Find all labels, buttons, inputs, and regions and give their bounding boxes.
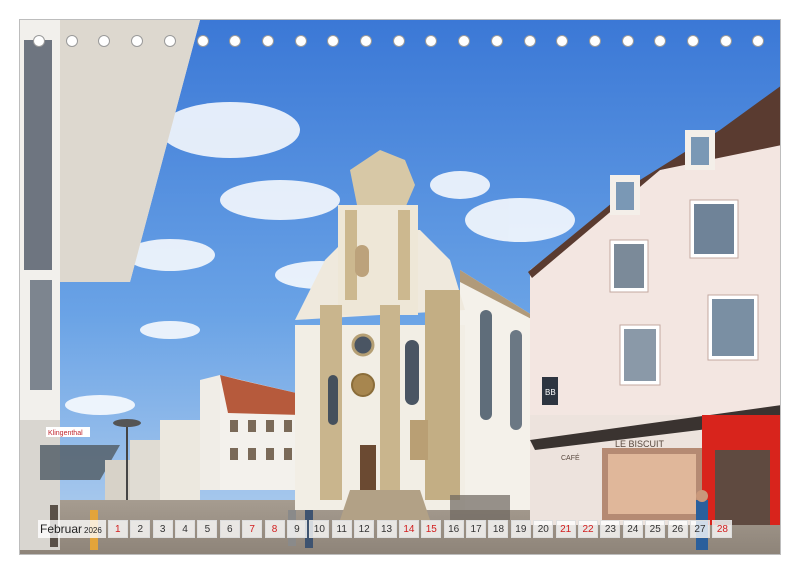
binding-hole (490, 35, 503, 47)
binding-hole (752, 35, 765, 47)
day-cells: 1 2 3 4 5 6 7 8 9 10 11 12 13 14 15 16 17 18 19 20 21 22 23 24 2… (107, 520, 735, 538)
shop-sign: LE BISCUIT (615, 439, 665, 449)
binding-hole (65, 35, 78, 47)
calendar-day: 13 (376, 520, 397, 538)
calendar-day: 23 (600, 520, 621, 538)
binding-hole (621, 35, 634, 47)
binding-hole (654, 35, 667, 47)
calendar-day: 20 (533, 520, 554, 538)
binding-hole (556, 35, 569, 47)
klingenthal-sign: Klingenthal (48, 430, 83, 437)
calendar-day: 28 (712, 520, 733, 538)
calendar-strip: Februar 2026 1 2 3 4 5 6 7 8 9 10 11 12 13 14 15 16 17 18… (38, 519, 735, 539)
month-year: 2026 (84, 526, 102, 535)
binding-hole (163, 35, 176, 47)
calendar-day: 26 (667, 520, 688, 538)
binding-hole (98, 35, 111, 47)
calendar-day: 14 (398, 520, 419, 538)
binding-hole (33, 35, 45, 47)
calendar-day: 5 (197, 520, 218, 538)
binding-hole (523, 35, 536, 47)
calendar-day: 15 (421, 520, 442, 538)
month-name: Februar (40, 522, 83, 536)
calendar-day: 27 (689, 520, 710, 538)
calendar-day: 11 (331, 520, 352, 538)
hanging-sign: BB (545, 388, 556, 397)
binding-hole (261, 35, 274, 47)
calendar-day: 8 (264, 520, 285, 538)
calendar-day: 6 (219, 520, 240, 538)
binding-hole (360, 35, 372, 47)
calendar-day: 10 (309, 520, 330, 538)
calendar-day: 22 (578, 520, 599, 538)
calendar-page: Klingenthal LE BISCUIT CAFÉ BB Februar 2… (0, 0, 800, 575)
calendar-day: 18 (488, 520, 509, 538)
shop-sign-small: CAFÉ (561, 453, 580, 462)
calendar-day: 21 (555, 520, 576, 538)
calendar-day: 3 (152, 520, 173, 538)
calendar-day: 19 (510, 520, 531, 538)
calendar-day: 1 (107, 520, 128, 538)
calendar-day: 25 (645, 520, 666, 538)
binding-hole (392, 35, 405, 47)
binding-hole (425, 35, 438, 47)
calendar-day: 17 (466, 520, 487, 538)
binding-hole (229, 35, 242, 47)
calendar-day: 2 (130, 520, 151, 538)
calendar-day: 7 (242, 520, 263, 538)
binding-hole (588, 35, 601, 47)
binding-hole (327, 35, 340, 47)
binding-hole (458, 35, 471, 47)
binding-hole (719, 35, 732, 47)
calendar-day: 24 (622, 520, 643, 538)
month-label: Februar 2026 (38, 520, 106, 538)
calendar-day: 16 (443, 520, 464, 538)
street-photo: Klingenthal LE BISCUIT CAFÉ BB (19, 19, 781, 555)
binding-hole (294, 35, 307, 47)
calendar-day: 12 (354, 520, 375, 538)
calendar-day: 9 (286, 520, 307, 538)
binding-hole (131, 35, 144, 47)
calendar-day: 4 (175, 520, 195, 538)
binding-hole (687, 35, 699, 47)
binding-hole (196, 35, 209, 47)
spiral-binding (19, 35, 781, 49)
